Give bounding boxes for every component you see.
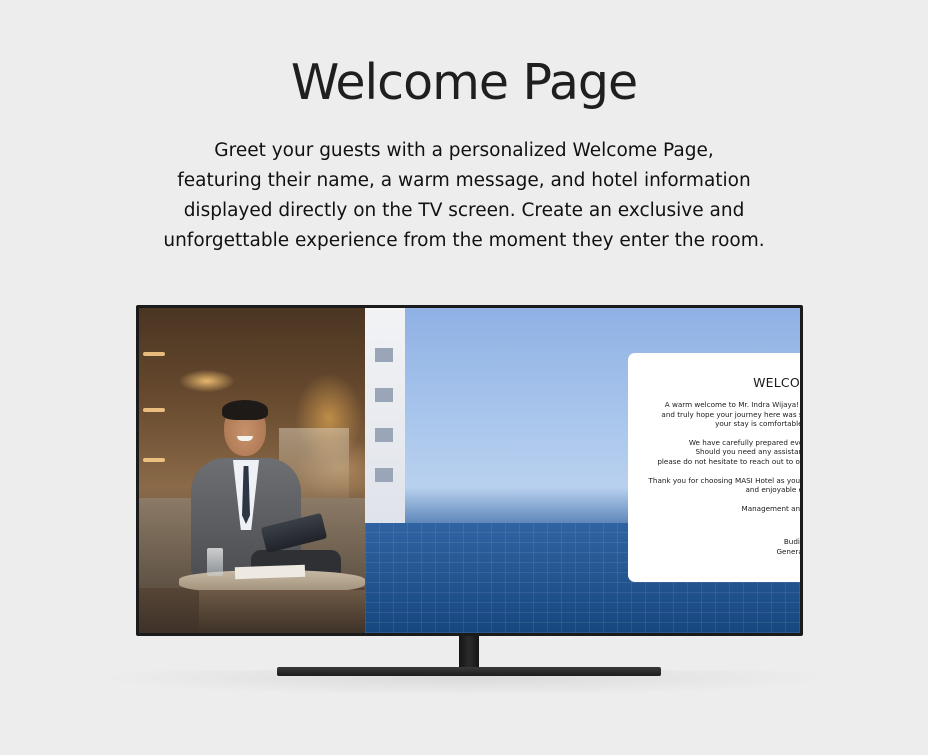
hotel-lounge-photo <box>139 308 365 633</box>
thanks-text-line: and enjoyable experience with us! <box>745 485 800 495</box>
welcome-paragraph: A warm welcome to Mr. Indra Wijaya! We a… <box>628 400 800 429</box>
signature-block: Budi Hartono General Manager <box>628 537 800 556</box>
page-description: Greet your guests with a personalized We… <box>135 136 793 256</box>
assistance-text-line: We have carefully prepared everything to… <box>688 437 800 447</box>
thanks-paragraph: Thank you for choosing MASI Hotel as you… <box>628 476 800 495</box>
description-line: unforgettable experience from the moment… <box>163 230 765 251</box>
water-glass <box>207 548 223 576</box>
papers <box>234 564 306 580</box>
welcome-text-line: A warm welcome to Mr. Indra Wijaya! We a… <box>664 400 800 409</box>
pool-resort-photo: WELCOME HOME A warm welcome to Mr. Indra… <box>365 308 800 633</box>
ceiling-light <box>143 458 165 462</box>
ceiling-light <box>143 352 165 356</box>
smile <box>237 436 253 441</box>
coffee-table-base <box>199 590 365 633</box>
page-title: Welcome Page <box>290 54 638 111</box>
tv-stand-neck <box>459 636 479 668</box>
ceiling-light <box>143 408 165 412</box>
closing-line: Management and staff of MASI Hotel <box>741 503 801 513</box>
description-line: Greet your guests with a personalized We… <box>214 140 714 161</box>
description-line: featuring their name, a warm message, an… <box>177 170 751 191</box>
assistance-text-line: Should you need any assistance or have a… <box>695 447 801 457</box>
tv-frame: WELCOME HOME A warm welcome to Mr. Indra… <box>136 305 803 636</box>
description-line: displayed directly on the TV screen. Cre… <box>183 200 745 221</box>
welcome-card-title: WELCOME HOME <box>753 375 800 390</box>
resort-building <box>365 308 405 523</box>
welcome-text-line: your stay is comfortable, relaxing, and … <box>715 419 800 429</box>
thanks-text-line: Thank you for choosing MASI Hotel as you… <box>648 475 800 485</box>
welcome-message-card: WELCOME HOME A warm welcome to Mr. Indra… <box>628 353 800 582</box>
assistance-text-line: please do not hesitate to reach out to o… <box>657 456 800 466</box>
signature-name: Budi Hartono <box>783 537 800 547</box>
welcome-text-line: and truly hope your journey here was smo… <box>661 409 800 419</box>
page: Welcome Page Greet your guests with a pe… <box>0 0 928 755</box>
tv-stand-base <box>277 667 661 676</box>
signature-title: General Manager <box>776 546 800 556</box>
hair <box>222 400 268 420</box>
tv-screen: WELCOME HOME A warm welcome to Mr. Indra… <box>139 308 800 633</box>
assistance-paragraph: We have carefully prepared everything to… <box>628 438 800 467</box>
